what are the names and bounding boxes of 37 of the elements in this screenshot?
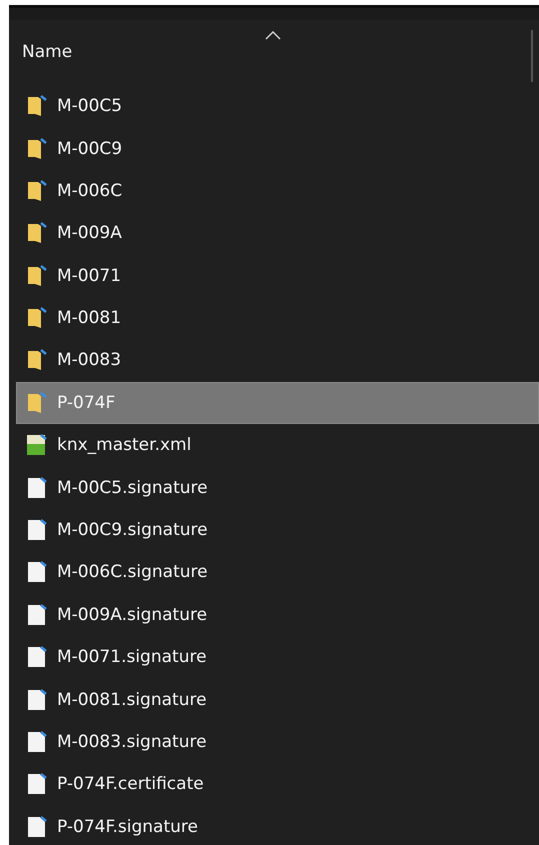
folder-icon: [26, 136, 48, 161]
name-column-header[interactable]: Name: [22, 42, 72, 62]
file-icon: [26, 518, 48, 542]
file-list-item[interactable]: M-0081: [16, 296, 539, 340]
file-icon: [26, 772, 48, 796]
folder-icon: [26, 221, 48, 246]
file-icon: [26, 645, 48, 670]
folder-icon: [26, 306, 48, 330]
file-list-item[interactable]: M-0071.signature: [16, 636, 539, 678]
file-list-item[interactable]: P-074F.signature: [16, 806, 539, 845]
file-list-item[interactable]: M-009A: [16, 212, 539, 254]
folder-icon: [26, 390, 48, 415]
file-list-item[interactable]: M-0081.signature: [16, 678, 539, 721]
folder-icon: [26, 94, 48, 118]
file-icon: [26, 730, 48, 754]
file-list-item[interactable]: P-074F: [16, 382, 539, 424]
file-list-item[interactable]: knx_master.xml: [16, 424, 539, 466]
file-list-item[interactable]: M-00C5: [16, 84, 539, 128]
file-list-item[interactable]: M-00C9.signature: [16, 508, 539, 552]
file-list-item[interactable]: M-006C.signature: [16, 551, 539, 594]
file-icon: [26, 560, 48, 584]
file-list-item[interactable]: M-0083.signature: [16, 720, 539, 764]
file-icon: [26, 602, 48, 627]
file-list-item[interactable]: M-00C5.signature: [16, 466, 539, 509]
file-list-item[interactable]: M-006C: [16, 170, 539, 212]
file-list-item[interactable]: M-0083: [16, 339, 539, 382]
file-icon: [26, 814, 48, 839]
file-list-item[interactable]: P-074F.certificate: [16, 763, 539, 806]
file-list-item[interactable]: M-0071: [16, 254, 539, 297]
file-list-item[interactable]: M-009A.signature: [16, 594, 539, 636]
xml-file-icon: [26, 433, 48, 458]
folder-icon: [26, 348, 48, 372]
folder-icon: [26, 178, 48, 203]
file-icon: [26, 688, 48, 712]
file-list-item[interactable]: M-00C9: [16, 127, 539, 170]
file-icon: [26, 476, 48, 500]
folder-icon: [26, 264, 48, 288]
